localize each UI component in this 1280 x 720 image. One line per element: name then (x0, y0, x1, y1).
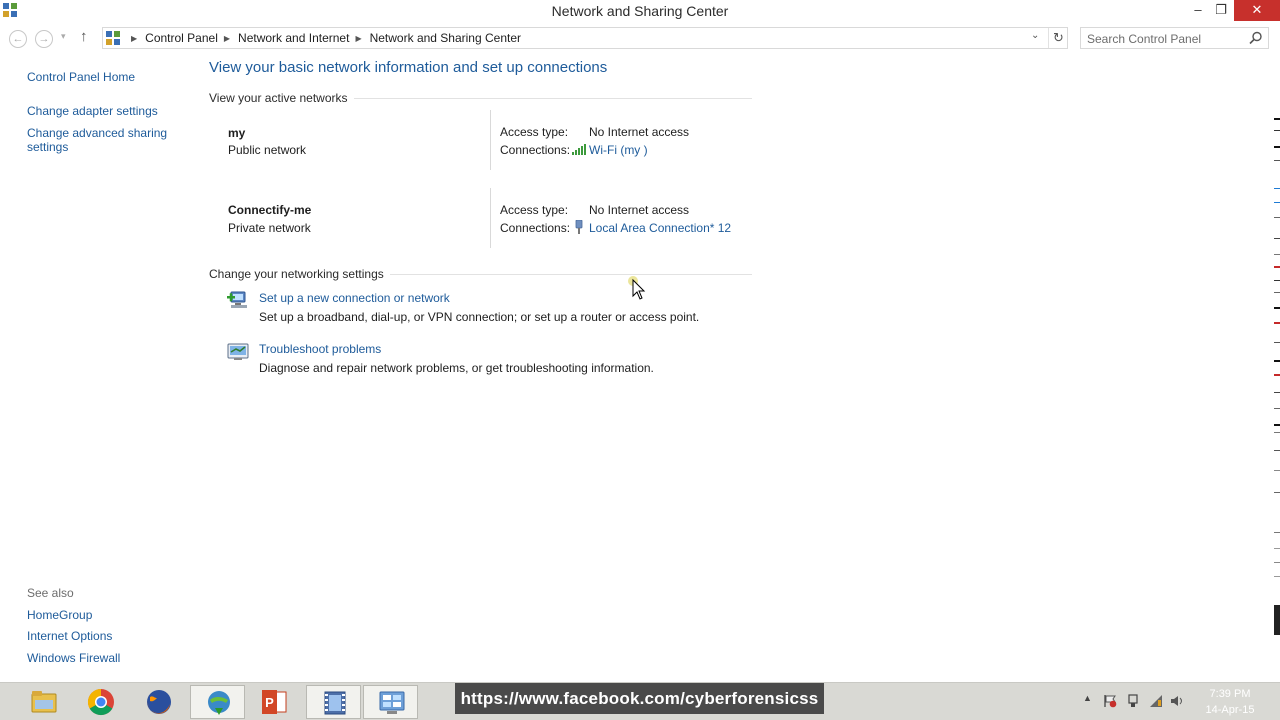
control-panel-icon (106, 31, 120, 45)
change-advanced-sharing-settings-link[interactable]: Change advanced sharing settings (27, 126, 177, 154)
recent-locations-button[interactable]: ▾ (61, 31, 66, 42)
connections-label: Connections: (500, 221, 571, 235)
search-input[interactable] (1087, 31, 1237, 46)
facebook-url-overlay: https://www.facebook.com/cyberforensicss (455, 683, 824, 714)
breadcrumb-control-panel[interactable]: Control Panel (145, 31, 218, 45)
address-dropdown-button[interactable]: ⌄ (1031, 30, 1039, 41)
network-category-link[interactable]: Private network (228, 221, 311, 235)
active-networks-title: View your active networks (209, 91, 354, 105)
breadcrumb: ▶ Control Panel ▶ Network and Internet ▶ Netw… (125, 31, 521, 45)
clock-date[interactable]: 14-Apr-15 (1200, 704, 1260, 716)
navigation-bar: ← → ▾ ↑ ▶ Control Panel ▶ Network and Inter… (0, 26, 1280, 52)
breadcrumb-network-and-internet[interactable]: Network and Internet (238, 31, 349, 45)
network-name: my (228, 126, 246, 140)
clock-time[interactable]: 7:39 PM (1200, 688, 1260, 700)
action-center-flag-icon[interactable] (1103, 694, 1117, 708)
windows-firewall-link[interactable]: Windows Firewall (27, 651, 120, 665)
powerpoint-icon: P (262, 690, 287, 714)
troubleshoot-problems-link[interactable]: Troubleshoot problems (259, 342, 381, 356)
taskbar-file-explorer[interactable] (16, 685, 71, 719)
new-connection-icon (227, 291, 247, 308)
address-bar[interactable]: ▶ Control Panel ▶ Network and Internet ▶ Netw… (102, 27, 1068, 49)
close-button[interactable]: ✕ (1234, 0, 1280, 21)
see-also-heading: See also (27, 586, 74, 600)
ethernet-plug-icon (575, 220, 583, 234)
access-type-label: Access type: (500, 203, 569, 217)
access-type-value: No Internet access (589, 203, 690, 217)
taskbar-control-panel[interactable] (363, 685, 418, 719)
control-panel-icon (379, 691, 405, 714)
firefox-icon (147, 690, 171, 714)
internet-download-manager-icon (208, 691, 230, 715)
taskbar-video-editor[interactable] (306, 685, 361, 719)
forward-button[interactable]: → (35, 30, 53, 48)
taskbar-firefox[interactable] (131, 685, 186, 719)
video-editor-icon (324, 691, 346, 715)
file-explorer-icon (31, 691, 57, 713)
svg-text:P: P (265, 695, 274, 710)
troubleshoot-description: Diagnose and repair network problems, or… (259, 361, 654, 375)
set-up-new-connection-link[interactable]: Set up a new connection or network (259, 291, 450, 305)
page-heading: View your basic network information and … (209, 59, 608, 76)
set-up-connection-description: Set up a broadband, dial-up, or VPN conn… (259, 310, 700, 324)
volume-speaker-icon[interactable] (1170, 694, 1184, 708)
change-adapter-settings-link[interactable]: Change adapter settings (27, 104, 158, 118)
access-type-value: No Internet access (589, 125, 690, 139)
search-box[interactable] (1080, 27, 1269, 49)
control-panel-home-link[interactable]: Control Panel Home (27, 70, 135, 84)
mouse-cursor-icon (628, 276, 646, 300)
screen-edge-artifact (1274, 118, 1280, 577)
network-status-icon[interactable] (1149, 694, 1163, 708)
screen-edge-artifact (1274, 605, 1280, 635)
troubleshoot-icon (227, 343, 249, 360)
network-name: Connectify-me (228, 203, 312, 217)
taskbar-powerpoint[interactable]: P (246, 685, 301, 719)
chevron-right-icon[interactable]: ▶ (355, 34, 361, 43)
title-bar: Network and Sharing Center – ❐ ✕ (0, 0, 1280, 23)
show-hidden-icons-button[interactable]: ▲ (1083, 693, 1092, 703)
access-type-label: Access type: (500, 125, 569, 139)
refresh-button[interactable]: ↻ (1048, 28, 1068, 48)
local-area-connection-link[interactable]: Local Area Connection* 12 (589, 221, 731, 235)
breadcrumb-network-and-sharing-center[interactable]: Network and Sharing Center (370, 31, 521, 45)
chevron-right-icon[interactable]: ▶ (224, 34, 230, 43)
taskbar: P https://www.facebook.com/cyberforensic… (0, 682, 1280, 720)
network-divider (490, 110, 491, 170)
taskbar-internet-download-manager[interactable] (190, 685, 245, 719)
restore-button[interactable]: ❐ (1206, 0, 1236, 21)
safely-remove-hardware-icon[interactable] (1126, 694, 1140, 708)
search-icon[interactable] (1249, 31, 1263, 45)
back-button[interactable]: ← (9, 30, 27, 48)
window-title: Network and Sharing Center (551, 3, 729, 19)
taskbar-chrome[interactable] (73, 685, 128, 719)
chevron-right-icon[interactable]: ▶ (131, 34, 137, 43)
up-button[interactable]: ↑ (80, 28, 88, 45)
internet-options-link[interactable]: Internet Options (27, 629, 112, 643)
chrome-icon (87, 688, 114, 716)
network-divider (490, 188, 491, 248)
homegroup-link[interactable]: HomeGroup (27, 608, 92, 622)
wifi-signal-icon (572, 144, 586, 155)
wifi-connection-link[interactable]: Wi-Fi (my ) (589, 143, 648, 157)
network-category-link[interactable]: Public network (228, 143, 306, 157)
connections-label: Connections: (500, 143, 571, 157)
networking-settings-title: Change your networking settings (209, 267, 390, 281)
